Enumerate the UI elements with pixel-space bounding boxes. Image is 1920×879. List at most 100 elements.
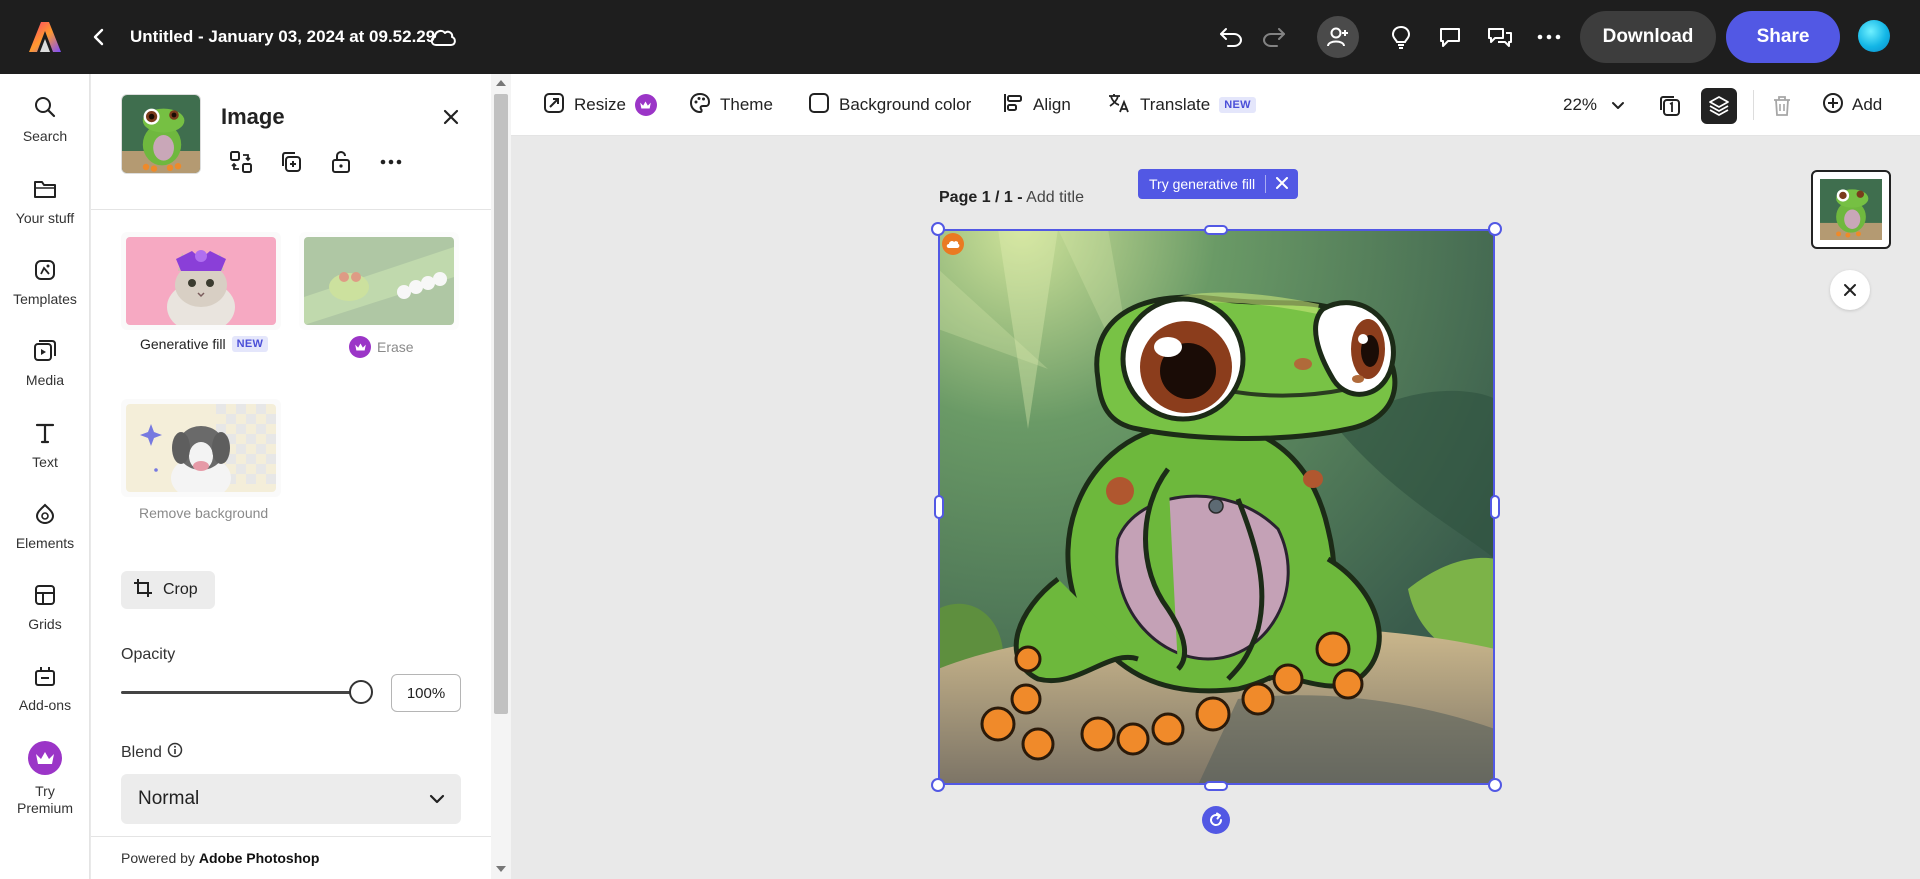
rail-label: Elements bbox=[15, 535, 75, 551]
share-button[interactable]: Share bbox=[1726, 11, 1840, 63]
grids-icon bbox=[30, 580, 60, 610]
more-icon[interactable] bbox=[1531, 19, 1567, 55]
search-icon bbox=[30, 92, 60, 122]
resize-handle-top-right[interactable] bbox=[1488, 222, 1502, 236]
opacity-slider-handle[interactable] bbox=[349, 680, 373, 704]
close-icon[interactable] bbox=[1276, 176, 1289, 192]
info-icon[interactable] bbox=[167, 742, 183, 763]
remove-background-preview bbox=[126, 404, 276, 492]
rail-item-try-premium[interactable]: Try Premium bbox=[0, 741, 90, 841]
close-pages-panel-icon[interactable] bbox=[1830, 270, 1870, 310]
scroll-down-icon[interactable] bbox=[496, 866, 506, 872]
rail-item-elements[interactable]: Elements bbox=[0, 499, 90, 569]
document-title[interactable]: Untitled - January 03, 2024 at 09.52.29 bbox=[130, 25, 435, 49]
back-arrow-icon[interactable] bbox=[86, 25, 110, 49]
pages-icon[interactable] bbox=[1652, 88, 1688, 124]
opacity-value-field[interactable]: 100% bbox=[391, 674, 461, 712]
comment-icon[interactable] bbox=[1432, 19, 1468, 55]
resize-label: Resize bbox=[574, 95, 626, 114]
translate-button[interactable]: Translate NEW bbox=[1107, 90, 1256, 120]
resize-handle-left[interactable] bbox=[934, 495, 944, 519]
chevron-down-icon bbox=[1611, 95, 1625, 115]
download-button[interactable]: Download bbox=[1580, 11, 1716, 63]
lightbulb-icon[interactable] bbox=[1383, 19, 1419, 55]
add-page-button[interactable]: Add bbox=[1822, 90, 1882, 120]
blend-label: Blend bbox=[121, 743, 162, 761]
blend-mode-select[interactable]: Normal bbox=[121, 774, 461, 824]
rail-item-search[interactable]: Search bbox=[0, 92, 90, 162]
adobe-express-logo[interactable] bbox=[26, 19, 64, 55]
try-generative-fill-pill[interactable]: Try generative fill bbox=[1138, 169, 1299, 199]
rail-item-your-stuff[interactable]: Your stuff bbox=[0, 174, 90, 244]
rail-item-templates[interactable]: Templates bbox=[0, 255, 90, 325]
page-thumbnail[interactable] bbox=[1811, 170, 1891, 249]
erase-label[interactable]: Erase bbox=[349, 336, 414, 358]
selection-frame bbox=[938, 229, 1495, 785]
panel-title: Image bbox=[221, 104, 285, 129]
resize-handle-right[interactable] bbox=[1490, 495, 1500, 519]
rail-item-addons[interactable]: Add-ons bbox=[0, 661, 90, 731]
zoom-control[interactable]: 22% bbox=[1563, 90, 1625, 120]
undo-icon[interactable] bbox=[1213, 19, 1249, 55]
redo-icon[interactable] bbox=[1256, 19, 1292, 55]
crown-icon bbox=[349, 336, 371, 358]
page-thumbnail-image bbox=[1820, 179, 1882, 240]
cloud-icon[interactable] bbox=[428, 24, 458, 50]
generative-fill-label[interactable]: Generative fill NEW bbox=[140, 336, 269, 352]
translate-label: Translate bbox=[1140, 95, 1211, 114]
trash-icon[interactable] bbox=[1764, 88, 1800, 124]
resize-handle-bottom-right[interactable] bbox=[1488, 778, 1502, 792]
generative-fill-preview bbox=[126, 237, 276, 325]
rail-item-text[interactable]: Text bbox=[0, 418, 90, 488]
user-avatar[interactable] bbox=[1858, 20, 1890, 52]
remove-background-label[interactable]: Remove background bbox=[139, 505, 268, 521]
replace-icon[interactable] bbox=[225, 146, 257, 178]
rotate-handle-icon[interactable] bbox=[1202, 806, 1230, 834]
rail-item-media[interactable]: Media bbox=[0, 336, 90, 406]
resize-handle-bottom-left[interactable] bbox=[931, 778, 945, 792]
close-icon[interactable] bbox=[436, 102, 466, 132]
properties-panel: Image Generative fill NEW Erase Remove b… bbox=[91, 74, 491, 879]
add-circle-icon bbox=[1822, 92, 1844, 119]
rail-item-grids[interactable]: Grids bbox=[0, 580, 90, 650]
opacity-slider-track[interactable] bbox=[121, 691, 361, 694]
add-title-link[interactable]: Add title bbox=[1026, 189, 1084, 206]
powered-brand: Adobe Photoshop bbox=[198, 850, 320, 866]
elements-icon bbox=[30, 499, 60, 529]
scroll-up-icon[interactable] bbox=[496, 80, 506, 86]
generative-fill-card[interactable] bbox=[121, 232, 281, 330]
new-badge: NEW bbox=[1219, 97, 1256, 113]
resize-handle-bottom[interactable] bbox=[1204, 781, 1228, 791]
panel-header: Image bbox=[91, 74, 491, 210]
try-generative-fill-label[interactable]: Try generative fill bbox=[1149, 176, 1255, 192]
blend-mode-value: Normal bbox=[138, 788, 200, 809]
remove-background-card[interactable] bbox=[121, 399, 281, 497]
resize-handle-top[interactable] bbox=[1204, 225, 1228, 235]
resize-handle-top-left[interactable] bbox=[931, 222, 945, 236]
unlock-icon[interactable] bbox=[325, 146, 357, 178]
templates-icon bbox=[30, 255, 60, 285]
layers-icon[interactable] bbox=[1701, 88, 1737, 124]
palette-icon bbox=[689, 92, 711, 119]
canvas-toolbar: Resize Theme Background color Align Tran… bbox=[511, 74, 1920, 136]
crop-button[interactable]: Crop bbox=[121, 571, 215, 609]
background-color-button[interactable]: Background color bbox=[808, 90, 971, 120]
resize-icon bbox=[543, 92, 565, 119]
toolbar-divider bbox=[1753, 90, 1754, 120]
folder-icon bbox=[30, 174, 60, 204]
crop-label: Crop bbox=[163, 581, 198, 598]
crop-icon bbox=[133, 578, 153, 603]
theme-button[interactable]: Theme bbox=[689, 90, 773, 120]
invite-user-icon[interactable] bbox=[1317, 16, 1359, 58]
resize-button[interactable]: Resize bbox=[543, 90, 657, 120]
erase-card[interactable] bbox=[299, 232, 459, 330]
share-comment-icon[interactable] bbox=[1482, 19, 1518, 55]
panel-scrollbar[interactable] bbox=[491, 74, 511, 879]
erase-text: Erase bbox=[377, 339, 414, 355]
pill-divider bbox=[1265, 175, 1267, 193]
more-icon[interactable] bbox=[375, 146, 407, 178]
duplicate-icon[interactable] bbox=[275, 146, 307, 178]
scrollbar-thumb[interactable] bbox=[494, 94, 508, 714]
add-label: Add bbox=[1852, 95, 1883, 114]
align-button[interactable]: Align bbox=[1002, 90, 1071, 120]
